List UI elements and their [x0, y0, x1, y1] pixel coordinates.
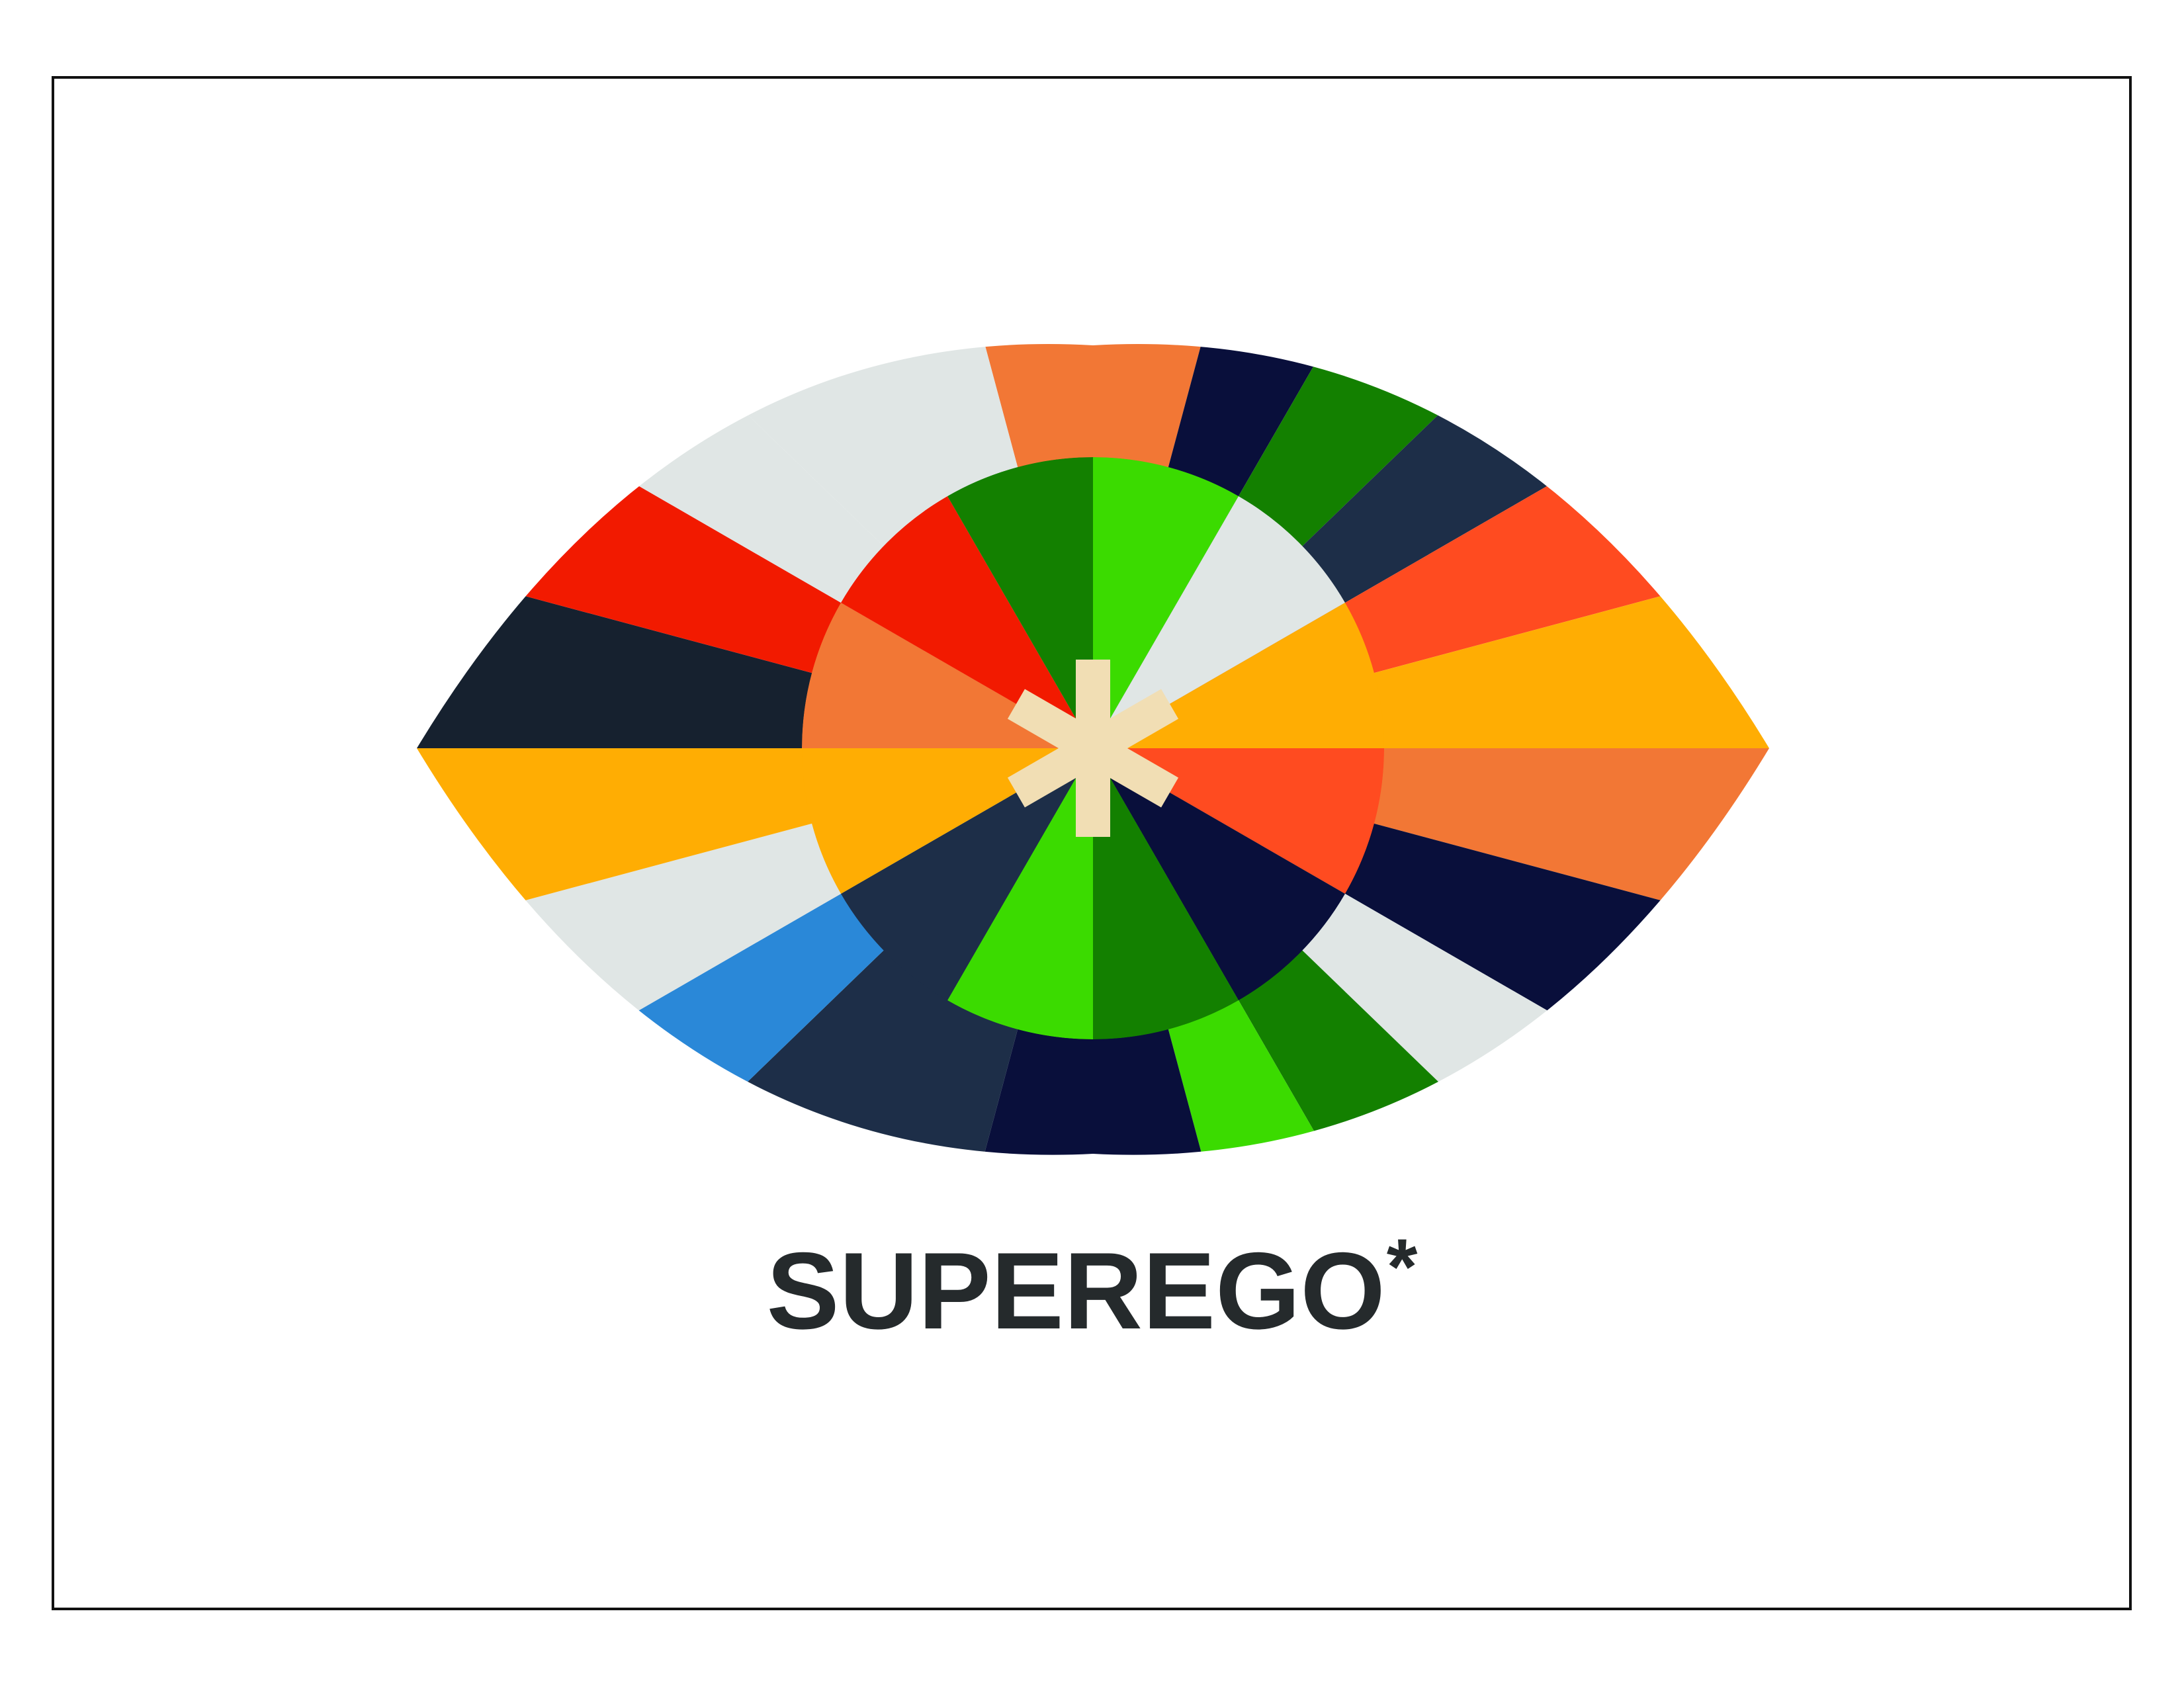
superego-eye-logo — [417, 343, 1769, 1155]
brand-wordmark: SUPEREGO* — [0, 1227, 2184, 1346]
brand-name: SUPEREGO — [766, 1230, 1385, 1352]
brand-asterisk: * — [1386, 1223, 1418, 1311]
